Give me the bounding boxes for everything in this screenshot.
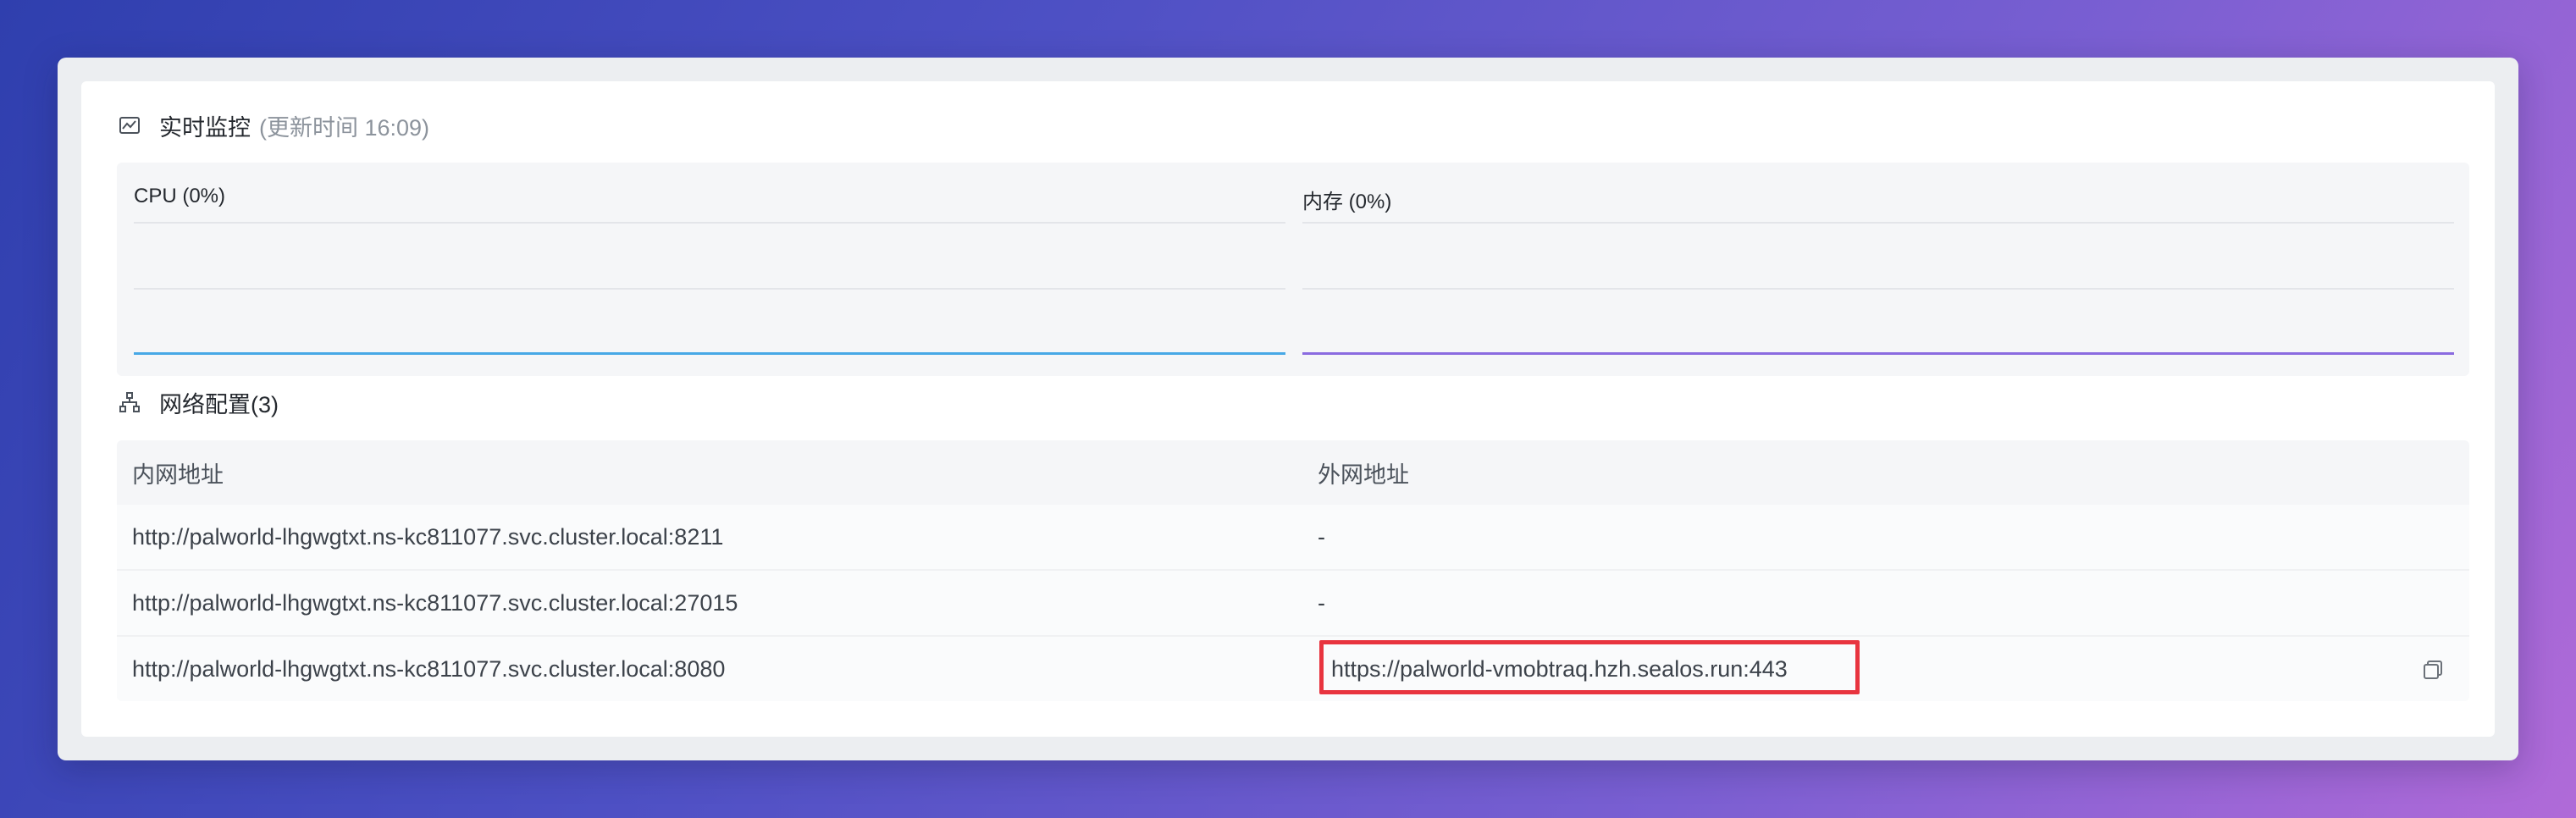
cpu-gridline-mid (134, 288, 1285, 290)
network-section-header: 网络配置(3) (119, 382, 279, 423)
column-header-internal: 内网地址 (132, 462, 224, 488)
memory-gridline-mid (1302, 288, 2454, 290)
details-card: 实时监控 (更新时间 16:09) CPU (0%) 内存 (0%) 网络配置(… (81, 81, 2495, 737)
app-window: 实时监控 (更新时间 16:09) CPU (0%) 内存 (0%) 网络配置(… (58, 58, 2518, 760)
network-table: 内网地址 外网地址 http://palworld-lhgwgtxt.ns-kc… (117, 440, 2469, 701)
memory-gridline-top (1302, 222, 2454, 224)
cpu-usage-line (134, 352, 1285, 355)
cpu-chart-title: CPU (0%) (134, 185, 226, 207)
network-title: 网络配置(3) (159, 391, 279, 417)
table-row: http://palworld-lhgwgtxt.ns-kc811077.svc… (117, 505, 2469, 569)
cpu-gridline-top (134, 222, 1285, 224)
internal-address: http://palworld-lhgwgtxt.ns-kc811077.svc… (132, 655, 726, 682)
memory-chart: 内存 (0%) (1302, 163, 2454, 376)
monitor-section-header: 实时监控 (更新时间 16:09) (119, 105, 429, 146)
table-row: http://palworld-lhgwgtxt.ns-kc811077.svc… (117, 635, 2469, 701)
external-address: - (1318, 589, 1325, 616)
memory-chart-title: 内存 (0%) (1302, 191, 1392, 213)
network-topology-icon (119, 391, 141, 413)
update-time: (更新时间 16:09) (259, 114, 430, 141)
column-header-external: 外网地址 (1318, 462, 1409, 488)
monitor-charts: CPU (0%) 内存 (0%) (117, 163, 2469, 376)
internal-address: http://palworld-lhgwgtxt.ns-kc811077.svc… (132, 589, 738, 616)
table-row: http://palworld-lhgwgtxt.ns-kc811077.svc… (117, 569, 2469, 635)
external-address-link[interactable]: https://palworld-vmobtraq.hzh.sealos.run… (1331, 637, 1788, 701)
internal-address: http://palworld-lhgwgtxt.ns-kc811077.svc… (132, 523, 724, 550)
table-header-row: 内网地址 外网地址 (117, 440, 2469, 505)
external-address: - (1318, 523, 1325, 550)
copy-icon[interactable] (2422, 659, 2444, 681)
monitor-title: 实时监控 (159, 114, 251, 141)
monitor-chart-icon (119, 114, 141, 136)
cpu-chart: CPU (0%) (134, 163, 1285, 376)
memory-usage-line (1302, 352, 2454, 355)
